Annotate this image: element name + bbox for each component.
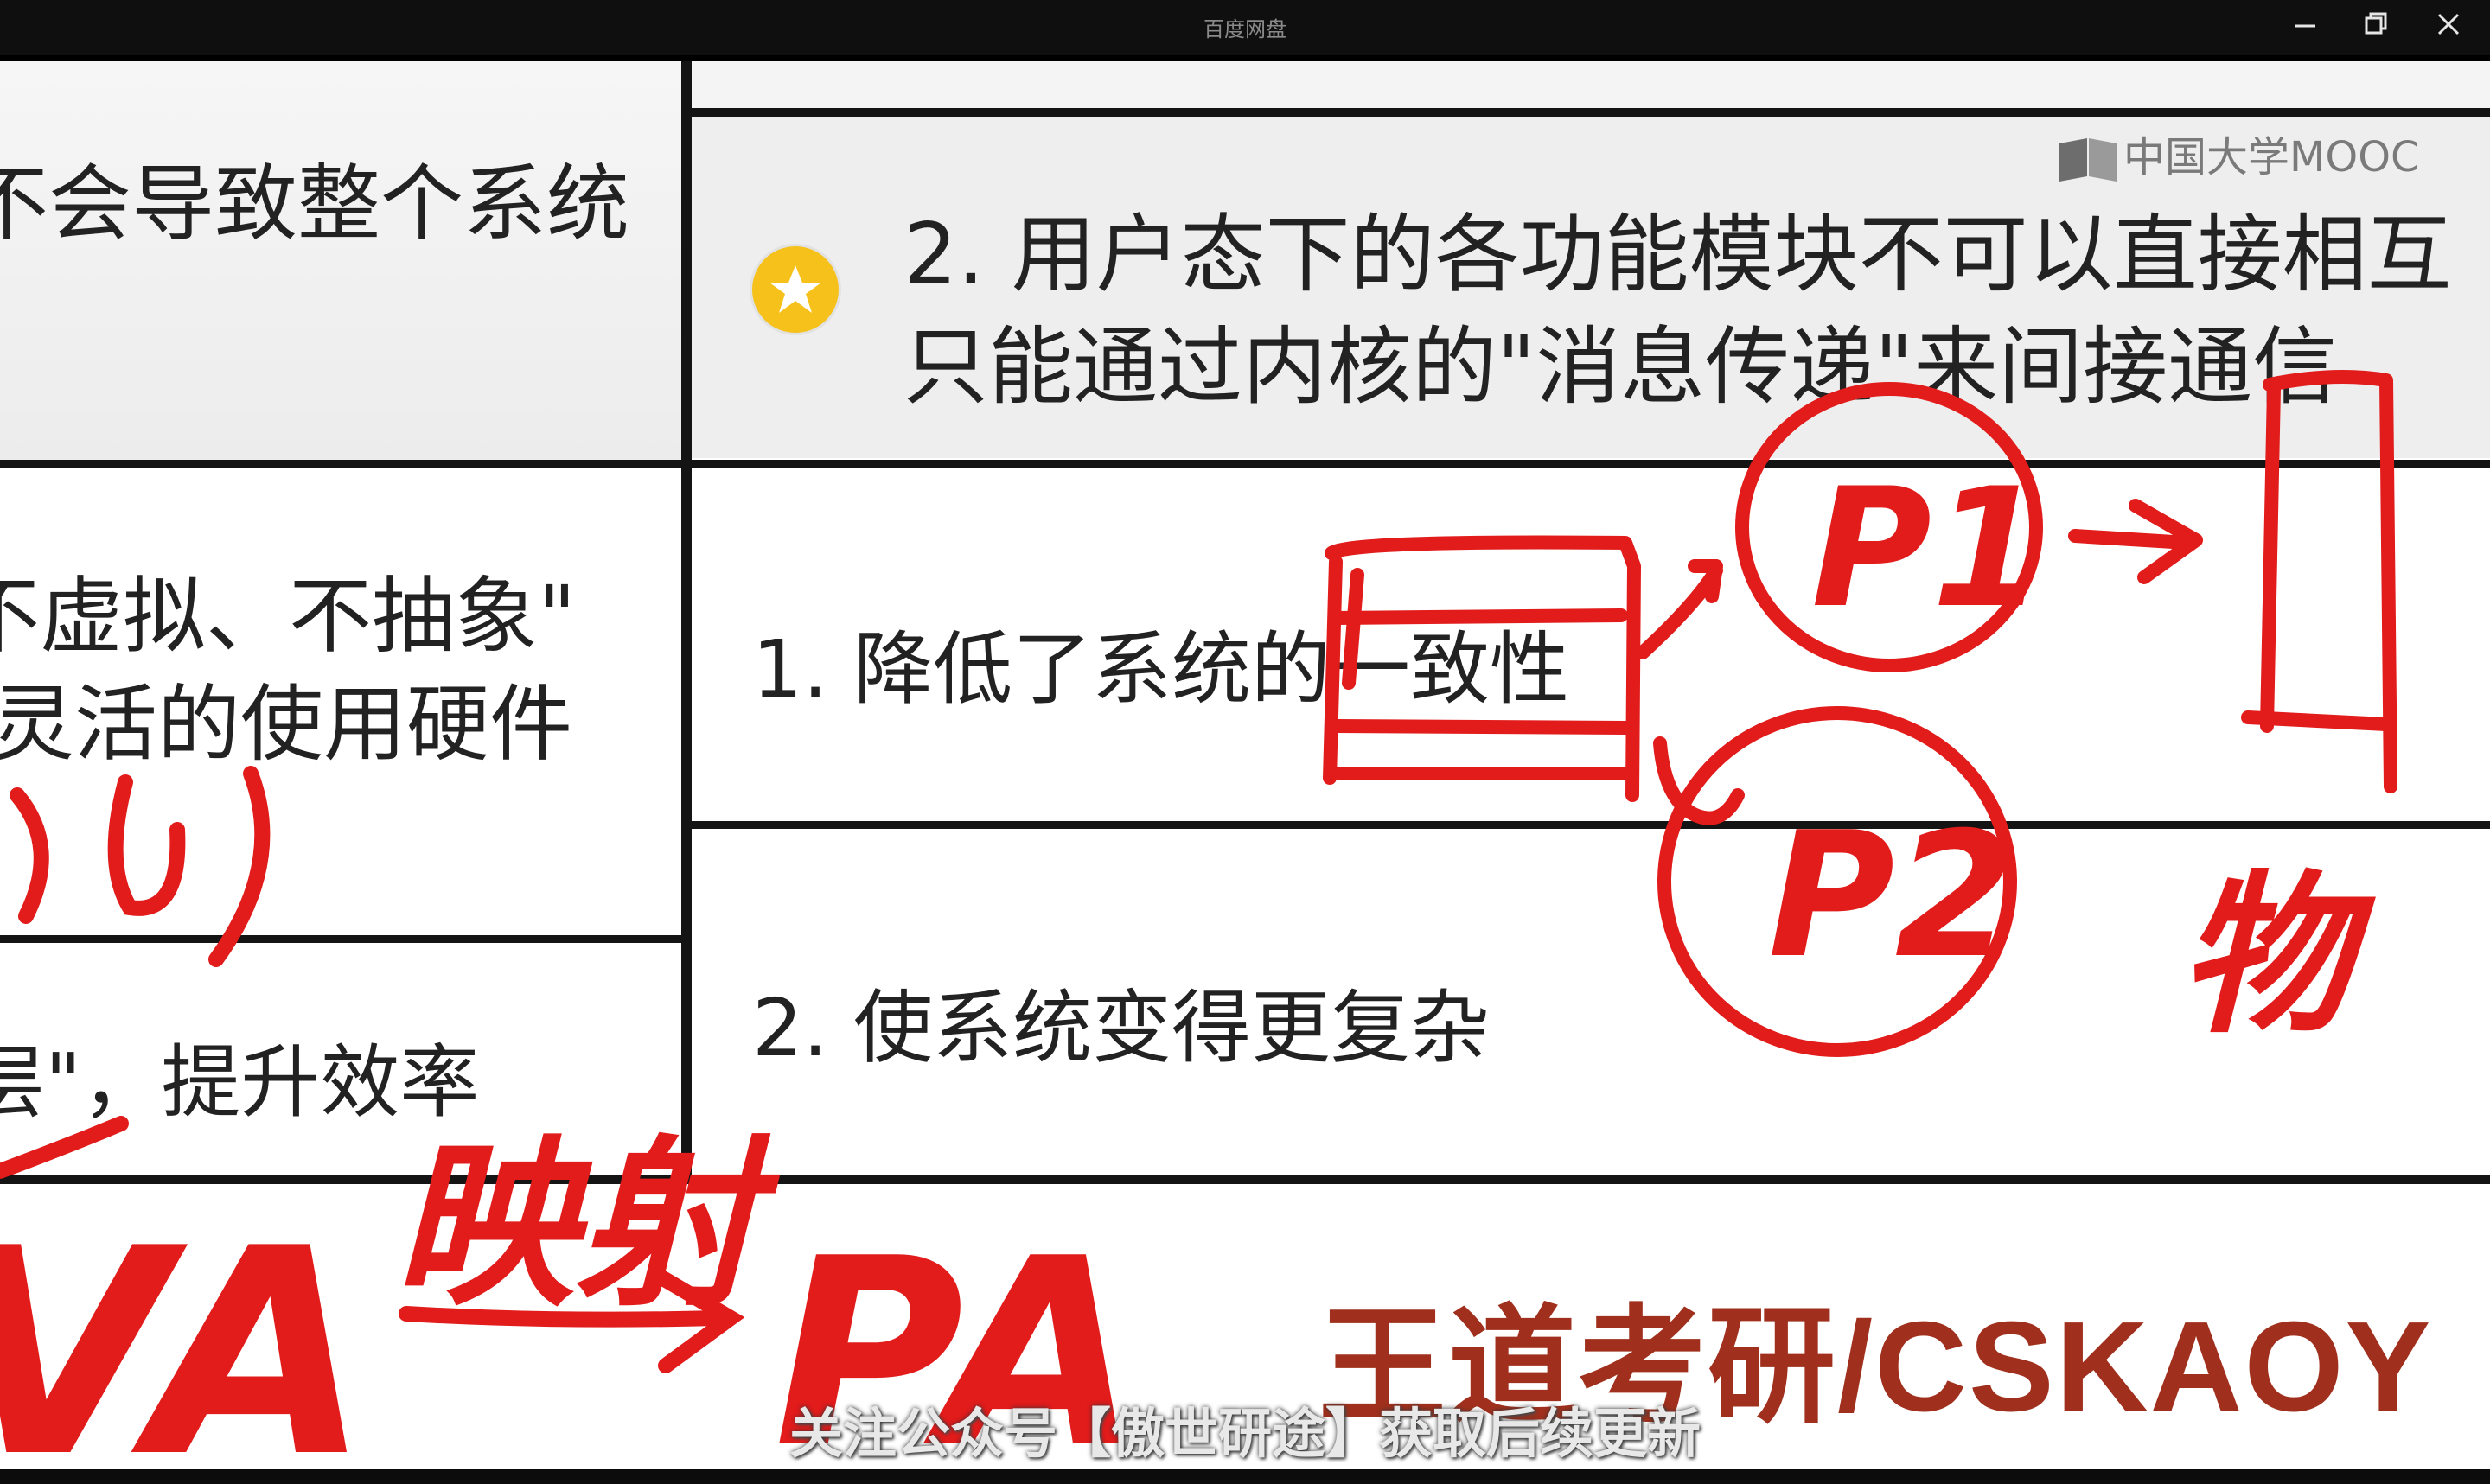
window-title: 百度网盘 (1204, 17, 1286, 41)
mooc-logo: 中国大学MOOC (2058, 123, 2420, 183)
minimize-icon[interactable] (2277, 7, 2333, 48)
table-divider (692, 821, 2490, 829)
video-subtitle: 关注公众号【傲世研途】获取后续更新 (788, 1402, 1701, 1465)
restore-icon[interactable] (2348, 7, 2404, 48)
right-header-line2: 只能通过内核的"消息传递"来间接通信 (903, 318, 2338, 417)
right-header-line1: 2. 用户态下的各功能模块不可以直接相互 (903, 206, 2452, 304)
star-icon (752, 246, 839, 333)
right-item2-text: 2. 使系统变得更复杂 (752, 982, 1491, 1074)
table-divider (0, 460, 2490, 468)
title-bar: 百度网盘 (0, 0, 2490, 61)
left-row1-text: 不会导致整个系统 (0, 156, 629, 252)
player-bottom-edge (0, 1469, 2490, 1484)
right-top-strip (692, 61, 2490, 108)
mooc-book-icon (2058, 137, 2118, 183)
left-row2-line1: 不虚拟、不抽象" (0, 568, 577, 665)
mooc-logo-text: 中国大学MOOC (2123, 133, 2420, 182)
app-window: 百度网盘 不会导致整个系统 不虚拟、不抽象" 灵活的使用硬件 层"，提升效率 2… (0, 0, 2490, 1484)
right-item1-text: 1. 降低了系统的一致性 (752, 623, 1570, 716)
table-divider (692, 108, 2490, 117)
left-cell-1 (0, 61, 683, 467)
table-divider (0, 1175, 2490, 1184)
left-row2-line2: 灵活的使用硬件 (0, 676, 572, 773)
table-divider (0, 935, 692, 943)
close-icon[interactable] (2421, 7, 2476, 48)
table-divider-vertical (681, 61, 692, 1184)
video-frame[interactable]: 不会导致整个系统 不虚拟、不抽象" 灵活的使用硬件 层"，提升效率 2. 用户态… (0, 61, 2490, 1469)
left-row3-text: 层"，提升效率 (0, 1036, 480, 1129)
